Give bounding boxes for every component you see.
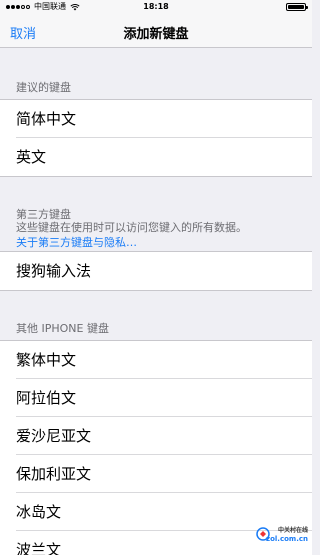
list-item-label: 保加利亚文 bbox=[16, 465, 92, 483]
list-item-sogou[interactable]: 搜狗输入法 bbox=[0, 252, 312, 290]
privacy-note: 这些键盘在使用时可以访问您键入的所有数据。 bbox=[16, 221, 247, 234]
page-title: 添加新键盘 bbox=[123, 27, 189, 42]
list-item-label: 爱沙尼亚文 bbox=[16, 427, 92, 445]
watermark-url: zol.com.cn bbox=[266, 535, 308, 543]
list-item-label: 冰岛文 bbox=[16, 503, 62, 521]
section-header-other: 其他 IPHONE 键盘 bbox=[16, 322, 109, 335]
navigation-bar: 取消 添加新键盘 bbox=[0, 14, 312, 48]
battery-icon bbox=[286, 3, 308, 11]
list-item-estonian[interactable]: 爱沙尼亚文 bbox=[0, 417, 312, 455]
watermark-text: 中关村在线 bbox=[277, 527, 308, 534]
list-item-label: 阿拉伯文 bbox=[16, 389, 77, 407]
status-time: 18:18 bbox=[143, 2, 169, 11]
list-item-label: 简体中文 bbox=[16, 110, 77, 128]
status-bar: 中国联通 18:18 bbox=[0, 0, 312, 14]
privacy-link[interactable]: 关于第三方键盘与隐私… bbox=[16, 234, 137, 250]
list-item-label: 搜狗输入法 bbox=[16, 262, 92, 280]
list-item-label: 波兰文 bbox=[16, 541, 62, 555]
list-item-bulgarian[interactable]: 保加利亚文 bbox=[0, 455, 312, 493]
list-item-label: 英文 bbox=[16, 148, 47, 166]
zol-watermark: 中关村在线 zol.com.cn bbox=[256, 523, 308, 547]
list-item-traditional-chinese[interactable]: 繁体中文 bbox=[0, 341, 312, 379]
list-item-label: 繁体中文 bbox=[16, 351, 77, 369]
list-item-english[interactable]: 英文 bbox=[0, 138, 312, 176]
section-header-suggested: 建议的键盘 bbox=[16, 81, 71, 94]
list-item-arabic[interactable]: 阿拉伯文 bbox=[0, 379, 312, 417]
group-divider bbox=[0, 290, 312, 291]
list-item-simplified-chinese[interactable]: 简体中文 bbox=[0, 100, 312, 138]
group-divider bbox=[0, 176, 312, 177]
